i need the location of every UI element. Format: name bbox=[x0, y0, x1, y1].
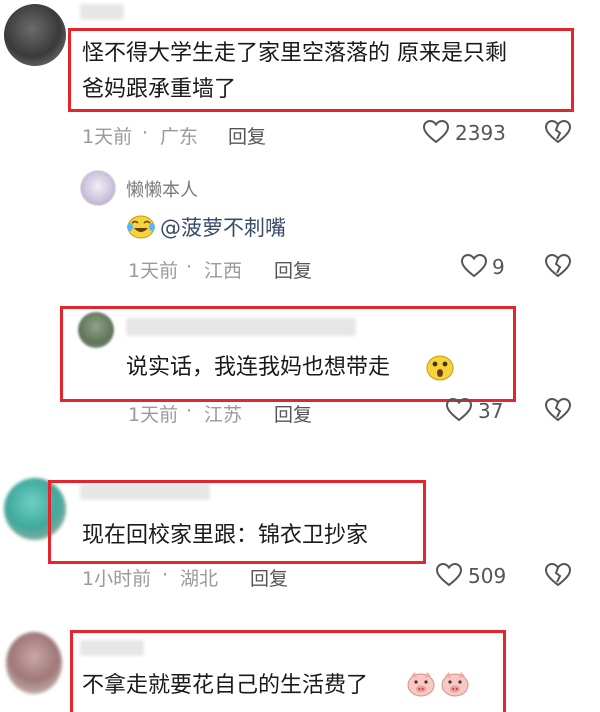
avatar[interactable] bbox=[4, 4, 66, 66]
like-count: 2393 bbox=[455, 121, 506, 145]
like-count: 9 bbox=[492, 255, 505, 279]
comment-text-line2: 爸妈跟承重墙了 bbox=[82, 77, 237, 102]
comment-text: 不拿走就要花自己的生活费了 bbox=[82, 673, 369, 698]
comment-time: 1天前 bbox=[128, 260, 179, 282]
heart-icon[interactable] bbox=[461, 254, 487, 278]
surprised-emoji-icon bbox=[424, 352, 456, 386]
avatar[interactable] bbox=[6, 632, 62, 694]
dislike-icon[interactable] bbox=[545, 398, 571, 422]
reply-button[interactable]: 回复 bbox=[250, 564, 288, 591]
dislike-icon[interactable] bbox=[545, 254, 571, 278]
comment-location: 江西 bbox=[204, 260, 243, 282]
comment-location: 湖北 bbox=[180, 568, 219, 590]
heart-icon[interactable] bbox=[423, 120, 449, 144]
comment-time: 1天前 bbox=[128, 404, 179, 426]
reply-button[interactable]: 回复 bbox=[228, 122, 266, 149]
meta-separator: · bbox=[142, 122, 149, 144]
comment-text-line1: 怪不得大学生走了家里空落落的 原来是只剩 bbox=[82, 41, 507, 66]
avatar[interactable] bbox=[80, 170, 116, 206]
dislike-icon[interactable] bbox=[545, 563, 571, 587]
meta-separator: · bbox=[186, 256, 193, 278]
like-count: 37 bbox=[478, 399, 504, 423]
mention-link[interactable]: @菠萝不刺嘴 bbox=[160, 212, 286, 242]
meta-separator: · bbox=[186, 400, 193, 422]
dislike-icon[interactable] bbox=[545, 120, 571, 144]
heart-icon[interactable] bbox=[436, 563, 462, 587]
pig-emoji-icon bbox=[440, 670, 470, 702]
comment-time: 1小时前 bbox=[82, 568, 152, 590]
comment-text: 现在回校家里跟：锦衣卫抄家 bbox=[82, 523, 369, 548]
comment-text: 说实话，我连我妈也想带走 bbox=[126, 355, 391, 380]
meta-separator: · bbox=[162, 564, 169, 586]
username-blurred[interactable] bbox=[80, 4, 124, 20]
username[interactable]: 懒懒本人 bbox=[126, 176, 198, 202]
heart-icon[interactable] bbox=[446, 398, 472, 422]
comment-location: 江苏 bbox=[204, 404, 243, 426]
reply-button[interactable]: 回复 bbox=[274, 256, 312, 283]
crying-laugh-emoji-icon bbox=[126, 212, 156, 244]
like-count: 509 bbox=[468, 564, 507, 588]
comment-time: 1天前 bbox=[82, 126, 133, 148]
pig-emoji-icon bbox=[406, 670, 436, 702]
comment-location: 广东 bbox=[160, 126, 199, 148]
reply-button[interactable]: 回复 bbox=[274, 400, 312, 427]
